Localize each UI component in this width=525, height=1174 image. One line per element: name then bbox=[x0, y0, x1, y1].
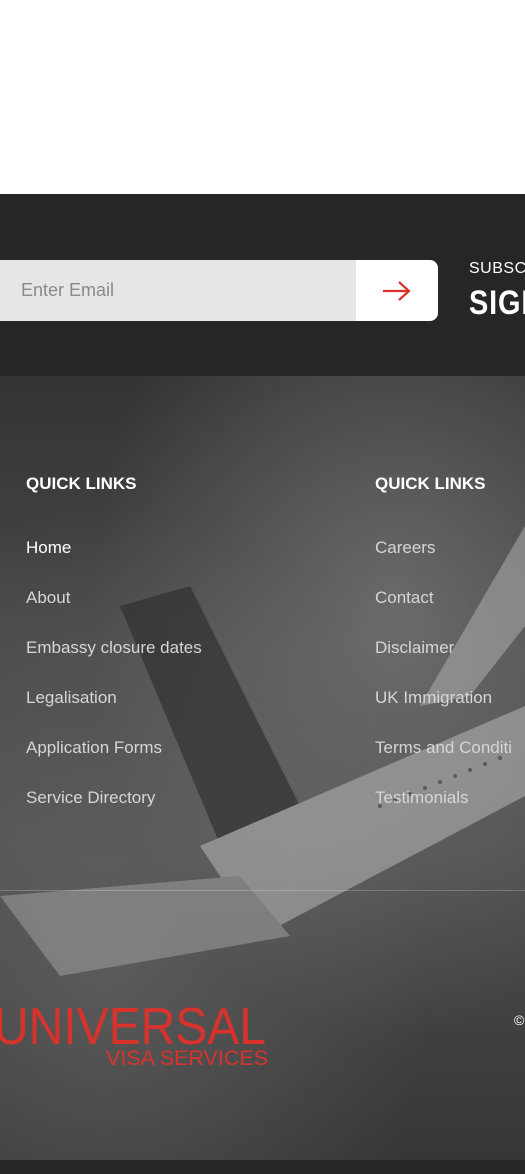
logo-line-2: VISA SERVICES bbox=[106, 1047, 268, 1070]
footer-link-home[interactable]: Home bbox=[26, 538, 71, 558]
quick-links-title-1: QUICK LINKS bbox=[26, 474, 137, 493]
signup-heading: SIGN bbox=[469, 284, 525, 322]
footer-link-disclaimer[interactable]: Disclaimer bbox=[375, 638, 454, 658]
top-blank-area bbox=[0, 0, 525, 194]
footer-link-terms-and-conditions[interactable]: Terms and Conditi bbox=[375, 738, 512, 758]
footer-divider bbox=[0, 890, 525, 891]
footer-link-service-directory[interactable]: Service Directory bbox=[26, 788, 155, 808]
quick-links-title-2: QUICK LINKS bbox=[375, 474, 486, 493]
subscribe-submit-button[interactable] bbox=[356, 260, 438, 321]
subscribe-label: SUBSC bbox=[469, 260, 525, 277]
footer-link-uk-immigration[interactable]: UK Immigration bbox=[375, 688, 492, 708]
footer-link-legalisation[interactable]: Legalisation bbox=[26, 688, 117, 708]
universal-visa-services-logo[interactable]: UNIVERSAL VISA SERVICES bbox=[0, 996, 270, 1071]
arrow-right-icon bbox=[383, 280, 411, 301]
site-footer: QUICK LINKS Home About Embassy closure d… bbox=[0, 376, 525, 1160]
footer-link-embassy-closure-dates[interactable]: Embassy closure dates bbox=[26, 638, 202, 658]
footer-link-contact[interactable]: Contact bbox=[375, 588, 434, 608]
bottom-strip bbox=[0, 1160, 525, 1174]
email-field-wrapper bbox=[0, 260, 356, 321]
footer-link-about[interactable]: About bbox=[26, 588, 70, 608]
footer-link-application-forms[interactable]: Application Forms bbox=[26, 738, 162, 758]
newsletter-band: SUBSC SIGN bbox=[0, 194, 525, 376]
email-input[interactable] bbox=[0, 260, 356, 321]
footer-link-careers[interactable]: Careers bbox=[375, 538, 435, 558]
footer-link-testimonials[interactable]: Testimonials bbox=[375, 788, 469, 808]
copyright-text: © bbox=[514, 1012, 525, 1028]
